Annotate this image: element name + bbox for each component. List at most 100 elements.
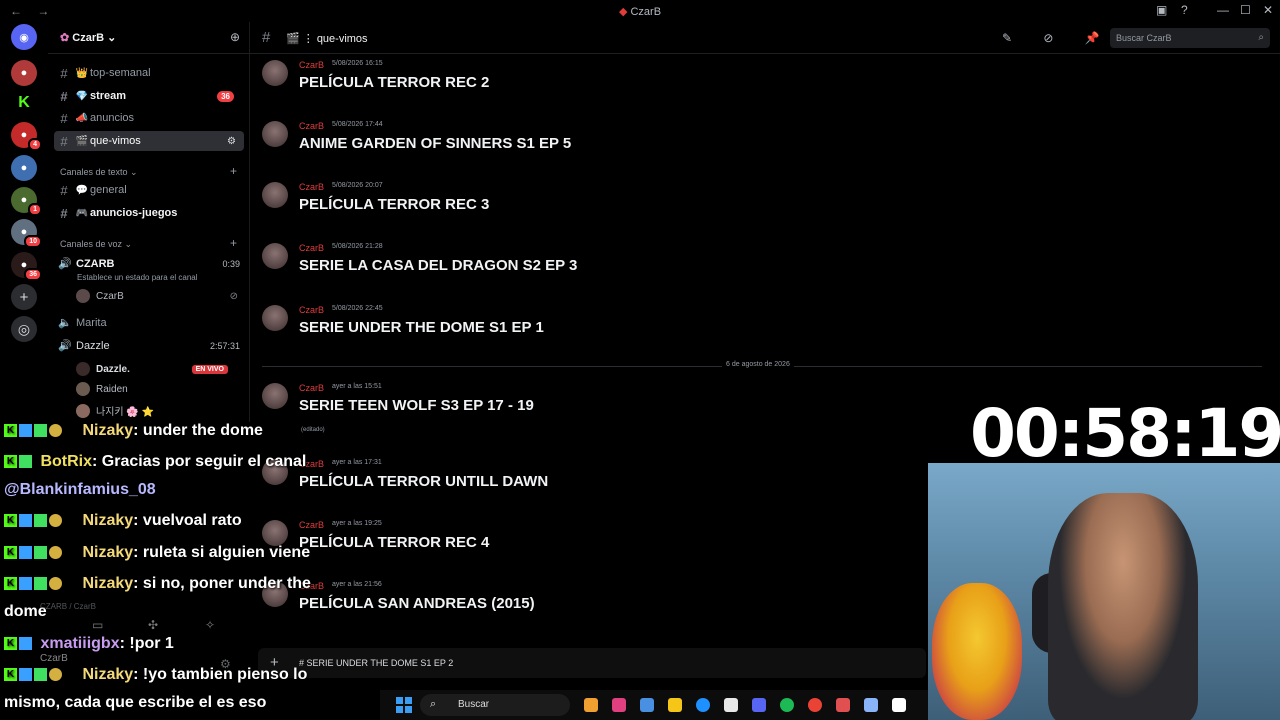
chat-line: K Nizaky: under the dome: [4, 422, 263, 440]
voice-user[interactable]: 나지키 🌸 ⭐: [76, 403, 246, 418]
voice-channel-dazzle[interactable]: 🔊 Dazzle 2:57:31: [58, 339, 244, 353]
voice-user[interactable]: CzarB ⊘: [76, 289, 246, 303]
verified-badge-icon: [34, 577, 47, 591]
help-icon[interactable]: ?: [1181, 3, 1188, 17]
server-penguin-icon[interactable]: ●: [11, 155, 37, 181]
speaker-icon: 🔊: [58, 340, 72, 352]
chat-line: K BotRix: Gracias por seguir el canal: [4, 453, 306, 471]
chat-mention: @Blankinfamius_08: [4, 481, 156, 498]
app-discord-icon[interactable]: [752, 698, 766, 712]
discover-icon[interactable]: ◎: [11, 316, 37, 342]
app-copilot-icon[interactable]: [612, 698, 626, 712]
minimize-icon[interactable]: —: [1217, 3, 1229, 17]
server-kick-icon[interactable]: K: [11, 90, 37, 116]
server-rail: ◉ ● K ● 4 ● ● 1 ● 10 ● 36 + ◎: [0, 22, 48, 422]
close-icon[interactable]: ✕: [1263, 3, 1273, 17]
screen-share-icon[interactable]: ▭: [92, 618, 103, 632]
channel-general[interactable]: # 💬 general: [54, 180, 244, 200]
voice-user[interactable]: Dazzle. EN VIVO: [76, 362, 246, 376]
webcam-feed: [928, 463, 1280, 720]
avatar[interactable]: [262, 60, 288, 86]
chat-badges: K: [4, 422, 78, 440]
app-explorer-icon[interactable]: [640, 698, 654, 712]
server-avatar-icon[interactable]: ● 10: [11, 219, 42, 248]
verified-badge-icon: [34, 424, 47, 438]
app-widget-icon[interactable]: [584, 698, 598, 712]
avatar: [76, 382, 90, 396]
vip-badge-icon: [49, 514, 62, 528]
server-circle-icon[interactable]: ● 1: [11, 187, 42, 216]
settings-gear-icon[interactable]: ⚙: [227, 136, 236, 147]
hash-icon: #: [60, 110, 68, 126]
subscriber-badge-icon: [19, 514, 32, 528]
avatar: [76, 362, 90, 376]
app-notepad-icon[interactable]: [864, 698, 878, 712]
inbox-icon[interactable]: ▣: [1156, 3, 1167, 17]
windows-start-icon[interactable]: [396, 697, 412, 713]
app-chrome-icon[interactable]: [808, 698, 822, 712]
user-settings-icon[interactable]: ⚙: [220, 657, 231, 671]
discord-icon[interactable]: ◉: [11, 24, 37, 50]
server-red-icon[interactable]: ● 4: [11, 122, 42, 151]
category-voice-channels[interactable]: Canales de voz ⌄: [60, 239, 132, 250]
avatar: [76, 289, 90, 303]
maximize-icon[interactable]: ☐: [1240, 3, 1251, 17]
app-edge-icon[interactable]: [696, 698, 710, 712]
app-calculator-icon[interactable]: [892, 698, 906, 712]
channel-anuncios[interactable]: # 📣 anuncios: [54, 108, 244, 128]
app-obs-icon[interactable]: [836, 698, 850, 712]
search-icon: ⌕: [430, 698, 437, 710]
voice-channel-czarb[interactable]: 🔊 CZARB 0:39: [58, 257, 244, 271]
vip-badge-icon: [49, 424, 62, 438]
deafen-icon: ⊘: [229, 290, 238, 302]
category-text-channels[interactable]: Canales de texto ⌄: [60, 167, 138, 178]
avatar[interactable]: [262, 305, 288, 331]
hash-icon: #: [60, 182, 68, 198]
date-divider: 6 de agosto de 2026: [262, 361, 1262, 368]
speaker-icon: 🔊: [58, 258, 72, 270]
voice-channel-marita[interactable]: 🔈 Marita: [58, 316, 244, 330]
vip-badge-icon: [49, 546, 62, 560]
user-panel: CZARB / CzarB ▭ ✣ ✧ CzarB ⚙: [40, 602, 231, 671]
chat-badges: K: [4, 453, 36, 471]
activity-icon[interactable]: ✣: [148, 618, 158, 632]
add-server-icon[interactable]: +: [11, 284, 37, 310]
server-header[interactable]: ✿ CzarB ⌄ ⊕: [48, 22, 250, 54]
stream-timer: 00:58:19: [970, 395, 1280, 472]
avatar[interactable]: [262, 182, 288, 208]
app-store-icon[interactable]: [724, 698, 738, 712]
add-member-icon[interactable]: ⊕: [230, 30, 240, 44]
live-badge: EN VIVO: [191, 364, 228, 374]
channel-top-semanal[interactable]: # 👑 top-semanal: [54, 63, 244, 83]
soundboard-icon[interactable]: ✧: [205, 618, 215, 632]
kick-badge-icon: K: [4, 514, 17, 528]
hash-icon: #: [262, 29, 271, 46]
app-spotify-icon[interactable]: [780, 698, 794, 712]
avatar[interactable]: [262, 121, 288, 147]
server-czarb-icon[interactable]: ● 36: [11, 252, 42, 281]
channel-stream[interactable]: # 💎 stream 36: [54, 86, 244, 106]
avatar[interactable]: [262, 243, 288, 269]
voice-user[interactable]: Raiden: [76, 382, 246, 396]
channel-anuncios-juegos[interactable]: # 🎮 anuncios-juegos: [54, 203, 244, 223]
app-folder-icon[interactable]: [668, 698, 682, 712]
subscriber-badge-icon: [19, 424, 32, 438]
add-channel-icon[interactable]: +: [230, 164, 237, 178]
chat-line-continued: mismo, cada que escribe el es eso: [4, 694, 267, 711]
taskbar-search[interactable]: ⌕ Buscar: [420, 694, 570, 716]
channel-sidebar: ✿ CzarB ⌄ ⊕ # 👑 top-semanal # 💎 stream 3…: [48, 22, 250, 422]
avatar: [76, 403, 90, 418]
channel-header: # 🎬 ⋮ que-vimos ✎ ⊘ 📌 👥 Buscar CzarB ⌕: [250, 22, 1280, 54]
voice-status-text[interactable]: Establece un estado para el canal: [77, 273, 198, 282]
add-voice-channel-icon[interactable]: +: [230, 236, 237, 250]
search-icon: ⌕: [1258, 32, 1264, 43]
hash-icon: #: [60, 133, 68, 149]
verified-badge-icon: [34, 546, 47, 560]
server-car-icon[interactable]: ●: [11, 60, 37, 86]
hash-icon: #: [60, 88, 68, 104]
channel-que-vimos[interactable]: # 🎬 que-vimos ⚙: [54, 131, 244, 151]
chat-badges: K: [4, 575, 78, 593]
chat-line: K Nizaky: ruleta si alguien viene: [4, 544, 310, 562]
search-input[interactable]: Buscar CzarB ⌕: [1110, 28, 1270, 48]
avatar[interactable]: [262, 383, 288, 409]
